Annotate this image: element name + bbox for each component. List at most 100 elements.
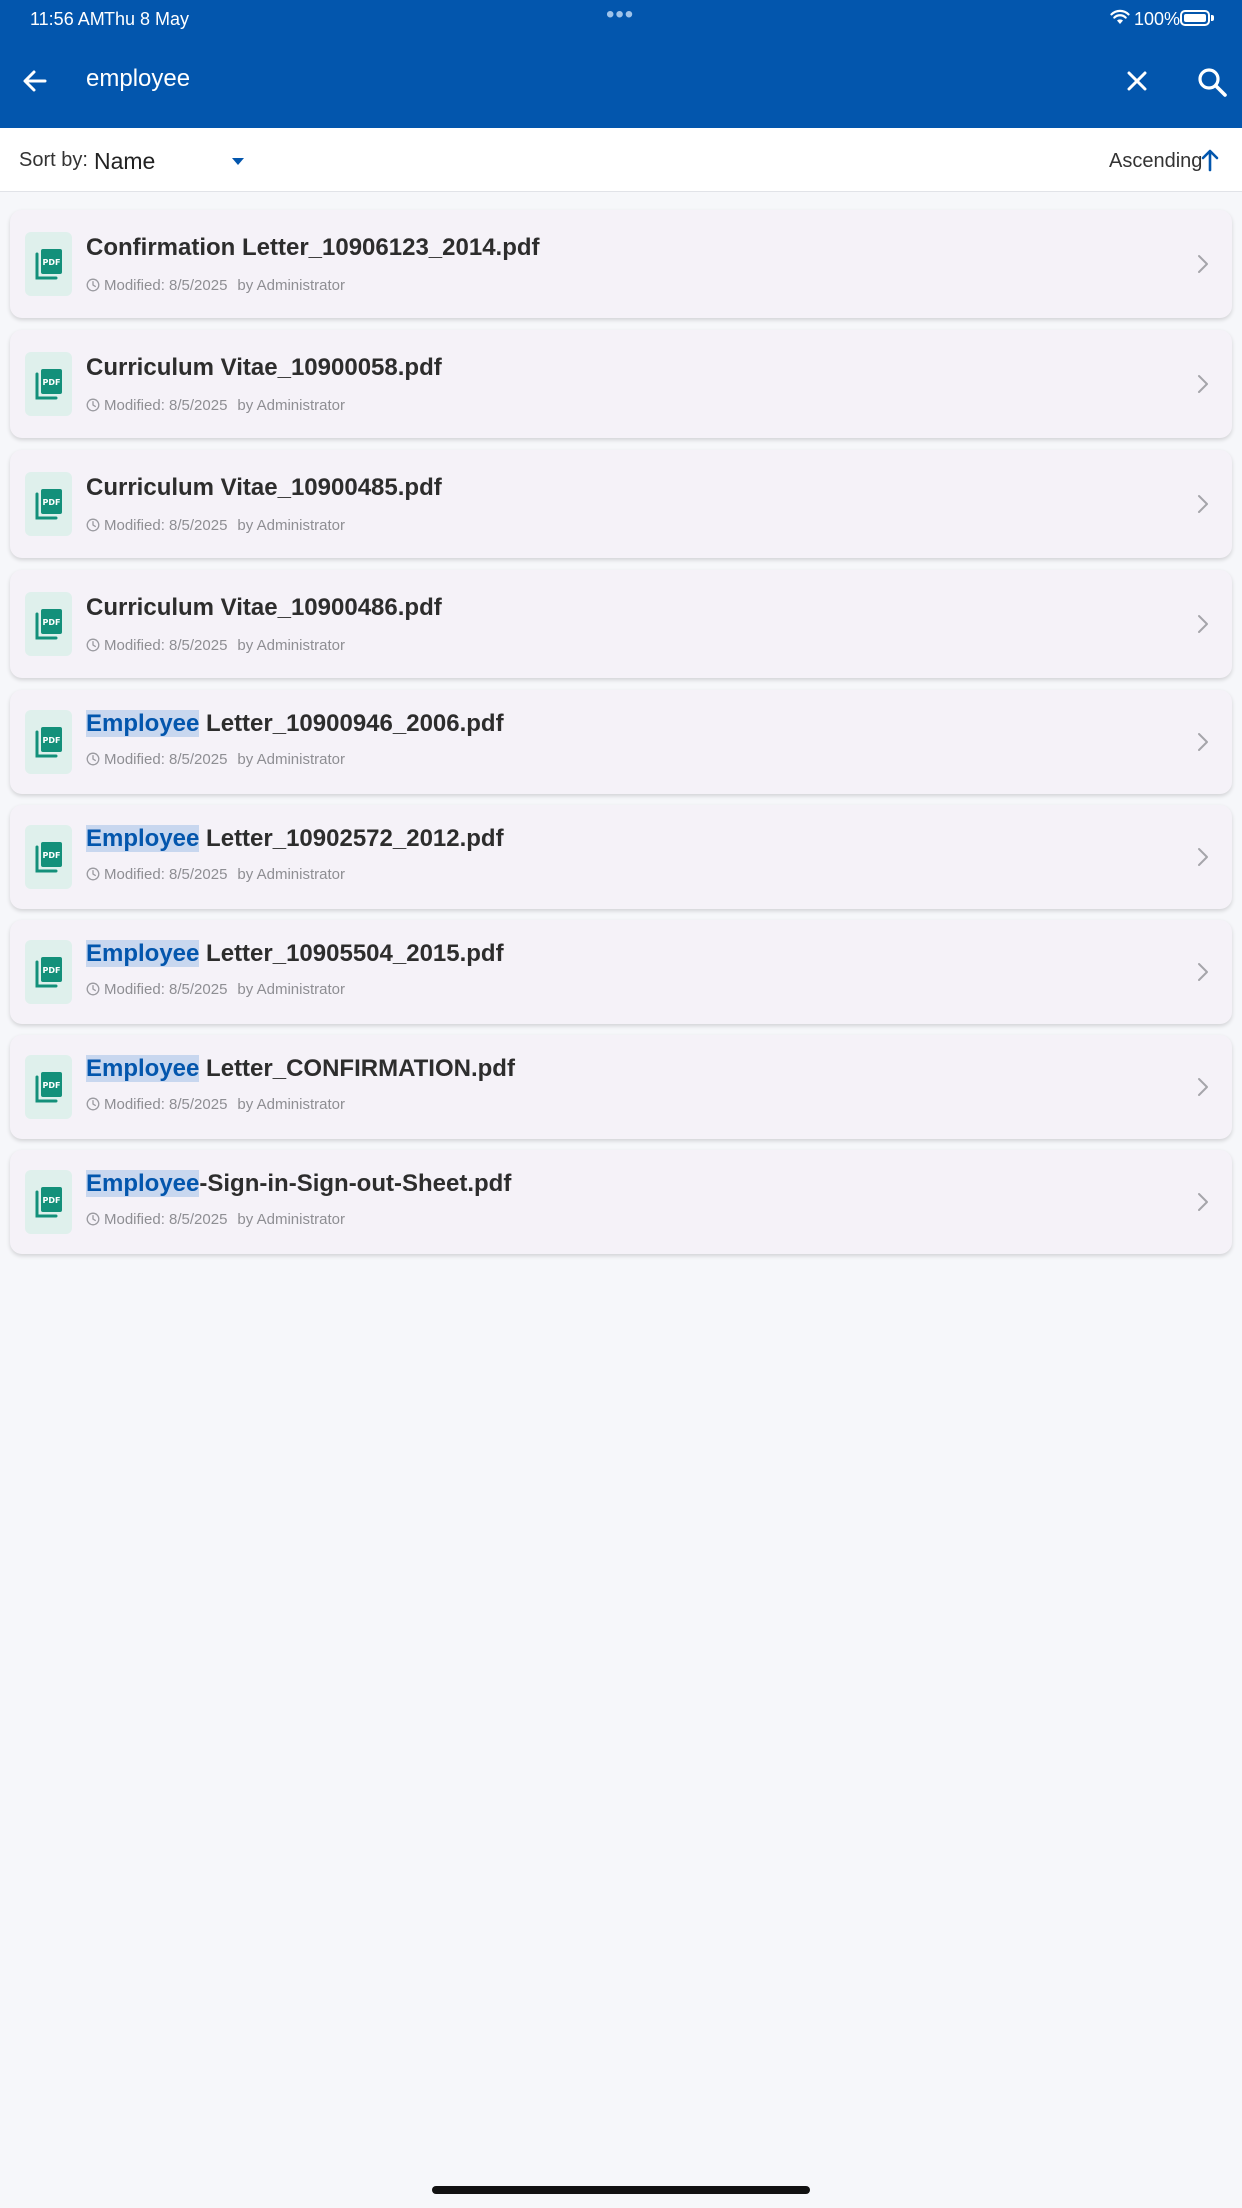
modified-by: by Administrator — [237, 517, 345, 534]
modified-by: by Administrator — [237, 1096, 345, 1113]
file-meta: Modified: 8/5/2025 by Administrator — [86, 1096, 345, 1113]
pdf-file-icon: PDF — [25, 825, 72, 889]
file-meta: Modified: 8/5/2025 by Administrator — [86, 866, 345, 883]
modified-by: by Administrator — [237, 277, 345, 294]
pdf-file-icon: PDF — [25, 352, 72, 416]
modified-date: Modified: 8/5/2025 — [104, 751, 228, 768]
battery-icon — [1180, 10, 1214, 26]
search-icon[interactable] — [1194, 64, 1230, 100]
file-name-text: Curriculum Vitae_10900485.pdf — [86, 474, 442, 501]
pdf-file-icon: PDF — [25, 940, 72, 1004]
home-indicator[interactable] — [432, 2186, 810, 2194]
svg-text:PDF: PDF — [43, 498, 61, 507]
search-input[interactable]: employee — [86, 65, 190, 93]
file-name-text: Letter_10905504_2015.pdf — [199, 940, 504, 967]
modified-by: by Administrator — [237, 397, 345, 414]
svg-text:PDF: PDF — [43, 1196, 61, 1205]
chevron-right-icon — [1196, 1076, 1210, 1098]
battery-percentage: 100% — [1134, 9, 1181, 29]
file-row[interactable]: PDF Curriculum Vitae_10900058.pdf Modified… — [10, 330, 1232, 438]
file-meta: Modified: 8/5/2025 by Administrator — [86, 1211, 345, 1228]
file-name-text: Letter_CONFIRMATION.pdf — [199, 1055, 515, 1082]
file-meta: Modified: 8/5/2025 by Administrator — [86, 637, 345, 654]
file-name-text: Letter_10900946_2006.pdf — [199, 710, 504, 737]
chevron-right-icon — [1196, 253, 1210, 275]
modified-date: Modified: 8/5/2025 — [104, 637, 228, 654]
file-name: Employee Letter_10900946_2006.pdf — [86, 710, 504, 738]
file-row[interactable]: PDF Employee Letter_10902572_2012.pdf Modi… — [10, 805, 1232, 909]
clock-icon — [86, 981, 104, 998]
clock-icon — [86, 397, 104, 414]
search-bar: employee — [0, 40, 1242, 128]
svg-text:PDF: PDF — [43, 736, 61, 745]
modified-by: by Administrator — [237, 751, 345, 768]
search-match-highlight: Employee — [86, 1055, 200, 1082]
file-meta: Modified: 8/5/2025 by Administrator — [86, 517, 345, 534]
pdf-file-icon: PDF — [25, 1055, 72, 1119]
file-row[interactable]: PDF Confirmation Letter_10906123_2014.pdf… — [10, 210, 1232, 318]
wifi-icon — [1110, 9, 1130, 24]
sort-bar: Sort by: Name Ascending — [0, 128, 1242, 192]
search-match-highlight: Employee — [86, 825, 200, 852]
status-date: Thu 8 May — [104, 9, 190, 29]
multitasking-dots-icon[interactable]: ••• — [606, 3, 634, 27]
svg-text:PDF: PDF — [43, 378, 61, 387]
modified-by: by Administrator — [237, 866, 345, 883]
sort-field-dropdown[interactable]: Name — [94, 148, 155, 175]
svg-text:PDF: PDF — [43, 851, 61, 860]
file-name: Curriculum Vitae_10900486.pdf — [86, 594, 442, 622]
clock-icon — [86, 277, 104, 294]
modified-by: by Administrator — [237, 981, 345, 998]
file-meta: Modified: 8/5/2025 by Administrator — [86, 981, 345, 998]
file-row[interactable]: PDF Employee Letter_10900946_2006.pdf Modi… — [10, 690, 1232, 794]
sort-by-label: Sort by: — [19, 149, 88, 171]
pdf-file-icon: PDF — [25, 592, 72, 656]
modified-date: Modified: 8/5/2025 — [104, 1211, 228, 1228]
sort-order-toggle[interactable]: Ascending — [1109, 150, 1202, 173]
chevron-right-icon — [1196, 1191, 1210, 1213]
file-meta: Modified: 8/5/2025 by Administrator — [86, 751, 345, 768]
file-meta: Modified: 8/5/2025 by Administrator — [86, 277, 345, 294]
file-row[interactable]: PDF Employee Letter_CONFIRMATION.pdf Modif… — [10, 1035, 1232, 1139]
pdf-file-icon: PDF — [25, 710, 72, 774]
modified-date: Modified: 8/5/2025 — [104, 1096, 228, 1113]
file-row[interactable]: PDF Employee Letter_10905504_2015.pdf Modi… — [10, 920, 1232, 1024]
clock-icon — [86, 866, 104, 883]
clock-icon — [86, 751, 104, 768]
file-row[interactable]: PDF Employee-Sign-in-Sign-out-Sheet.pdf Mo… — [10, 1150, 1232, 1254]
file-name: Employee Letter_10902572_2012.pdf — [86, 825, 504, 853]
clock-icon — [86, 517, 104, 534]
chevron-right-icon — [1196, 493, 1210, 515]
file-name: Employee-Sign-in-Sign-out-Sheet.pdf — [86, 1170, 511, 1198]
file-row[interactable]: PDF Curriculum Vitae_10900485.pdf Modified… — [10, 450, 1232, 558]
status-bar: 11:56 AM Thu 8 May ••• 100% — [0, 0, 1242, 40]
chevron-right-icon — [1196, 613, 1210, 635]
arrow-up-icon[interactable] — [1199, 148, 1221, 172]
file-name-text: Confirmation Letter_10906123_2014.pdf — [86, 234, 540, 261]
pdf-file-icon: PDF — [25, 232, 72, 296]
search-match-highlight: Employee — [86, 710, 200, 737]
search-match-highlight: Employee — [86, 1170, 200, 1197]
close-icon[interactable] — [1120, 64, 1154, 98]
clock-icon — [86, 1096, 104, 1113]
clock-icon — [86, 1211, 104, 1228]
dropdown-caret-icon[interactable] — [232, 158, 244, 165]
modified-by: by Administrator — [237, 637, 345, 654]
pdf-file-icon: PDF — [25, 1170, 72, 1234]
status-time: 11:56 AM — [30, 9, 105, 29]
chevron-right-icon — [1196, 731, 1210, 753]
back-arrow-icon[interactable] — [18, 64, 52, 98]
svg-text:PDF: PDF — [43, 258, 61, 267]
svg-text:PDF: PDF — [43, 1081, 61, 1090]
modified-date: Modified: 8/5/2025 — [104, 397, 228, 414]
file-name: Employee Letter_CONFIRMATION.pdf — [86, 1055, 515, 1083]
pdf-file-icon: PDF — [25, 472, 72, 536]
clock-icon — [86, 637, 104, 654]
chevron-right-icon — [1196, 373, 1210, 395]
chevron-right-icon — [1196, 846, 1210, 868]
file-name: Curriculum Vitae_10900058.pdf — [86, 354, 442, 382]
file-row[interactable]: PDF Curriculum Vitae_10900486.pdf Modified… — [10, 570, 1232, 678]
file-name-text: -Sign-in-Sign-out-Sheet.pdf — [199, 1170, 512, 1197]
file-name: Confirmation Letter_10906123_2014.pdf — [86, 234, 540, 262]
file-name-text: Curriculum Vitae_10900486.pdf — [86, 594, 442, 621]
